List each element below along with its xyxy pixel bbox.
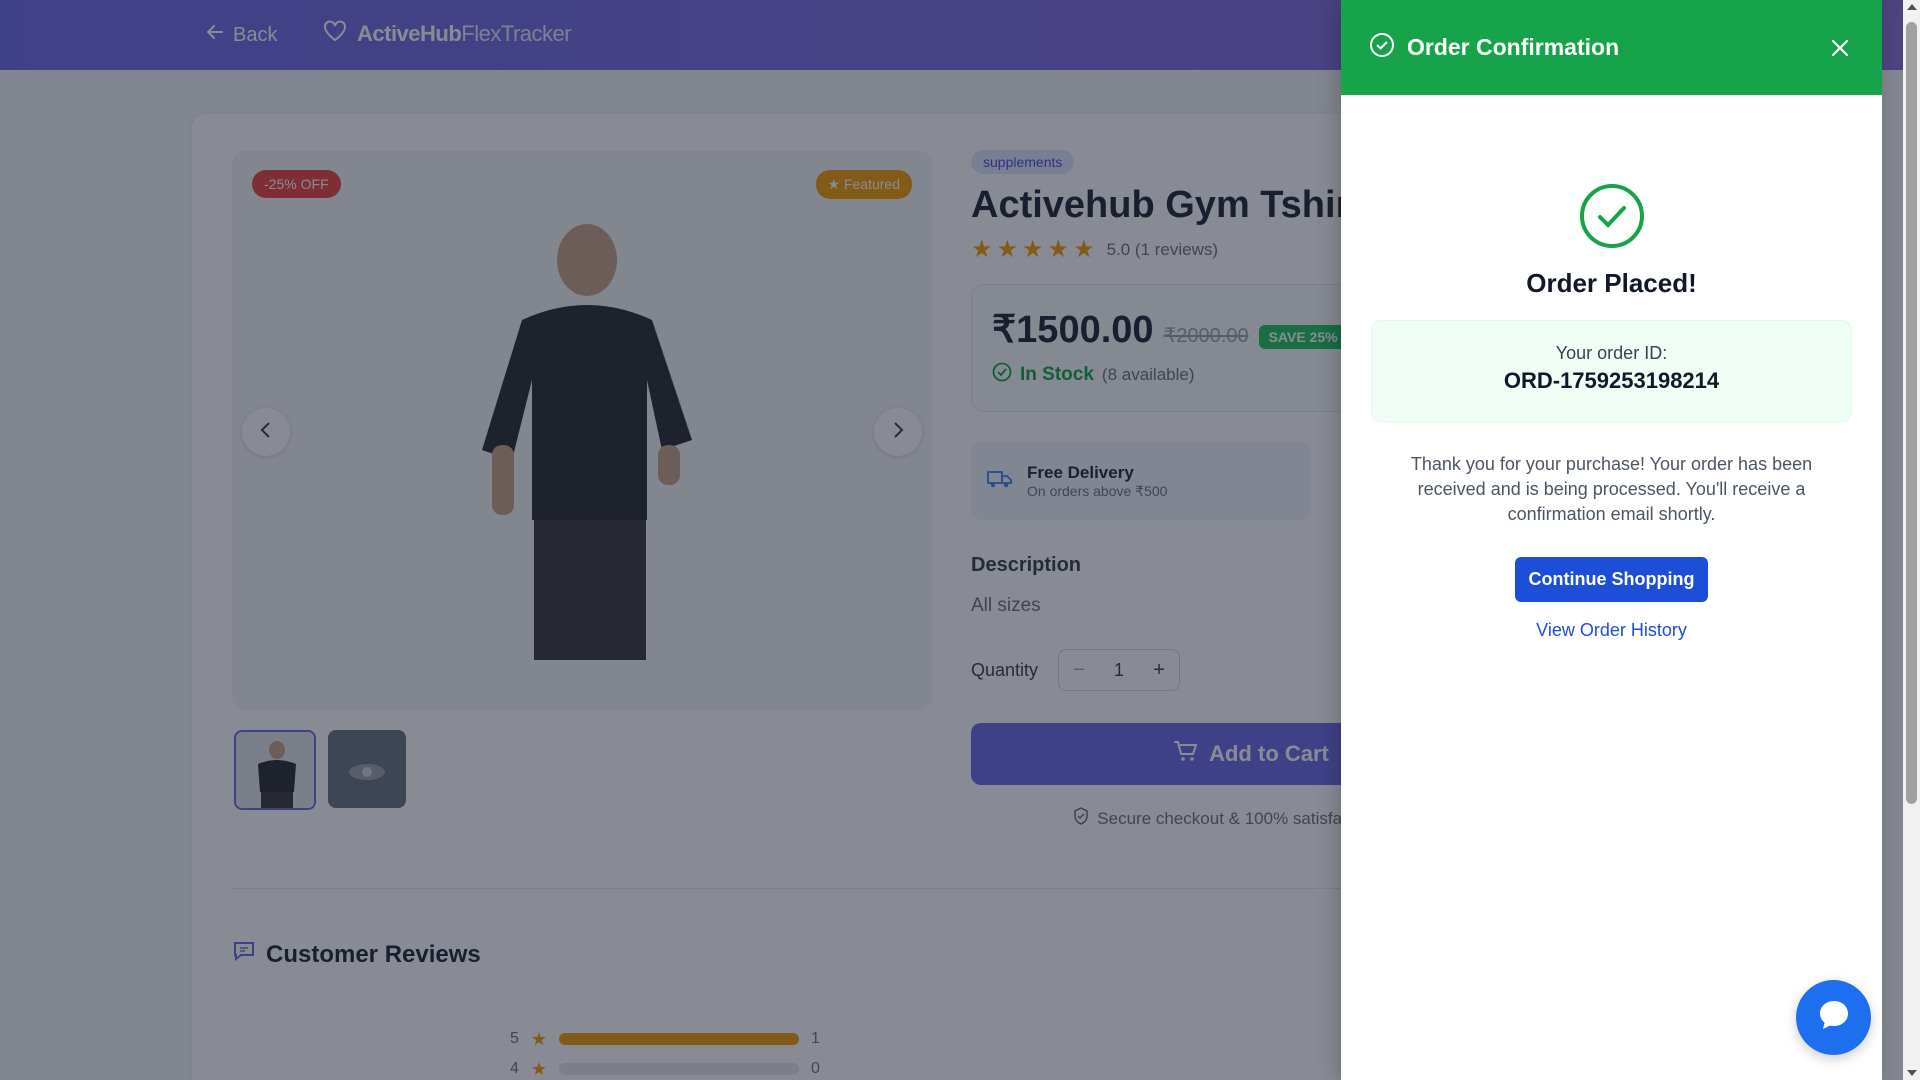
scroll-down-icon[interactable] xyxy=(1907,1070,1917,1076)
close-button[interactable] xyxy=(1826,34,1854,62)
scroll-up-icon[interactable] xyxy=(1907,4,1917,10)
order-confirmation-panel: Order Confirmation Order Placed! Your or… xyxy=(1341,0,1882,1080)
close-icon xyxy=(1831,39,1849,56)
chat-support-button[interactable] xyxy=(1796,980,1871,1055)
success-check-icon xyxy=(1580,184,1644,248)
order-id-value: ORD-1759253198214 xyxy=(1503,368,1720,393)
order-placed-heading: Order Placed! xyxy=(1526,268,1697,298)
check-circle-icon xyxy=(1369,32,1395,63)
chat-icon xyxy=(1816,997,1852,1038)
panel-header: Order Confirmation xyxy=(1341,0,1882,95)
panel-title: Order Confirmation xyxy=(1407,34,1620,60)
order-id-box: Your order ID: ORD-1759253198214 xyxy=(1371,320,1852,422)
order-id-label: Your order ID: xyxy=(1555,343,1668,363)
continue-shopping-button[interactable]: Continue Shopping xyxy=(1515,557,1708,602)
view-order-history-link[interactable]: View Order History xyxy=(1341,620,1882,641)
thank-you-message: Thank you for your purchase! Your order … xyxy=(1410,454,1813,524)
page-scrollbar[interactable] xyxy=(1903,0,1920,1080)
scroll-thumb[interactable] xyxy=(1906,22,1917,804)
